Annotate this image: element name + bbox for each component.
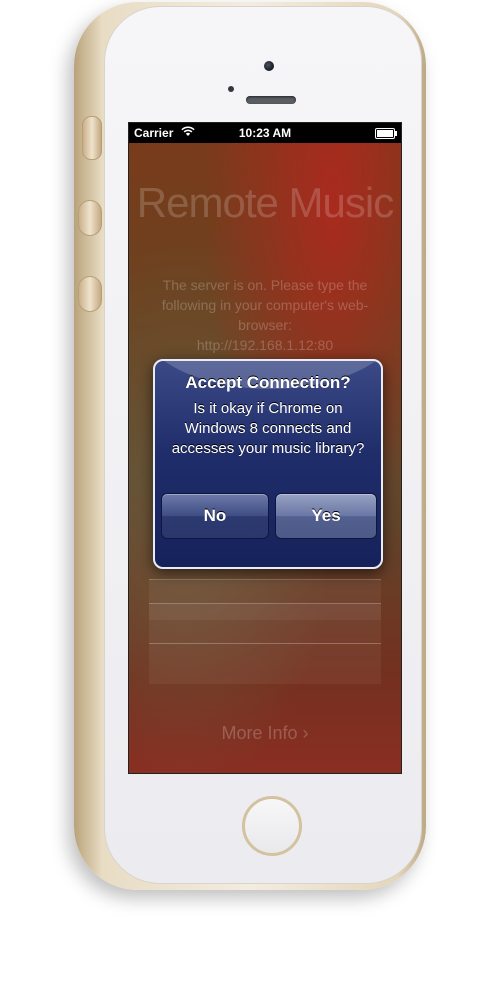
status-bar: Carrier 10:23 AM [129, 123, 401, 143]
alert-title: Accept Connection? [185, 373, 351, 392]
volume-up-button[interactable] [78, 200, 102, 236]
front-camera [264, 61, 274, 71]
instructions-text: The server is on. Please type the follow… [161, 277, 369, 333]
alert-message: Is it okay if Chrome on Windows 8 connec… [171, 400, 365, 457]
mute-switch[interactable] [82, 116, 102, 160]
volume-down-button[interactable] [78, 276, 102, 312]
accept-connection-alert: Accept Connection? Is it okay if Chrome … [153, 359, 383, 569]
yes-button[interactable]: Yes [275, 493, 377, 539]
app-title: Remote Music [136, 179, 394, 226]
earpiece-speaker [246, 96, 296, 104]
no-button[interactable]: No [161, 493, 269, 539]
proximity-sensor [228, 86, 234, 92]
status-time: 10:23 AM [238, 126, 292, 140]
input-field-3 [149, 643, 381, 684]
phone-screen: Carrier 10:23 AM Remote Music The server… [128, 122, 402, 774]
server-instructions: The server is on. Please type the follow… [147, 275, 383, 355]
battery-icon [375, 128, 397, 139]
input-field-2 [149, 603, 381, 644]
more-info-link[interactable]: More Info › [129, 723, 401, 744]
server-url: http://192.168.1.12:80 [196, 337, 334, 353]
home-button[interactable] [242, 796, 302, 856]
